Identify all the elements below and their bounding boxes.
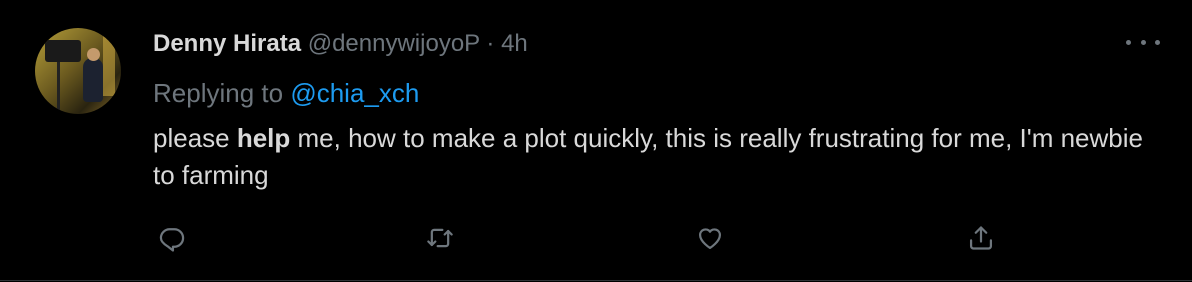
replying-to-mention[interactable]: @chia_xch	[290, 78, 419, 108]
replying-to: Replying to @chia_xch	[153, 77, 419, 109]
reply-icon	[159, 228, 185, 252]
share-icon	[969, 226, 993, 250]
tweet[interactable]: Denny Hirata @dennywijoyoP · 4h Replying…	[0, 0, 1192, 281]
author-name[interactable]: Denny Hirata	[153, 30, 301, 57]
like-icon	[698, 228, 722, 250]
avatar-detail	[83, 58, 103, 102]
more-dot	[1140, 39, 1146, 45]
tweet-text-part: please	[153, 123, 237, 153]
retweet-button[interactable]	[424, 222, 456, 254]
avatar-detail	[45, 40, 81, 62]
separator-dot: ·	[479, 30, 502, 57]
tweet-text-part: me, how to make a plot quickly, this is …	[153, 123, 1143, 190]
avatar[interactable]	[35, 28, 121, 114]
tweet-actions	[153, 222, 1013, 254]
avatar-detail	[57, 62, 60, 110]
tweet-timestamp[interactable]: 4h	[501, 30, 528, 57]
more-options-icon[interactable]	[1126, 32, 1160, 52]
reply-button[interactable]	[156, 222, 188, 254]
tweet-text: please help me, how to make a plot quick…	[153, 120, 1143, 194]
replying-to-label: Replying to	[153, 78, 291, 108]
share-button[interactable]	[965, 222, 997, 254]
like-button[interactable]	[694, 222, 726, 254]
tweet-header: Denny Hirata @dennywijoyoP · 4h	[153, 29, 528, 59]
avatar-detail	[87, 48, 100, 61]
author-handle[interactable]: @dennywijoyoP	[308, 30, 480, 57]
tweet-text-highlight: help	[236, 123, 291, 153]
more-dot	[1126, 39, 1131, 45]
more-dot	[1155, 39, 1160, 45]
retweet-icon	[427, 228, 453, 248]
avatar-detail	[103, 36, 115, 96]
